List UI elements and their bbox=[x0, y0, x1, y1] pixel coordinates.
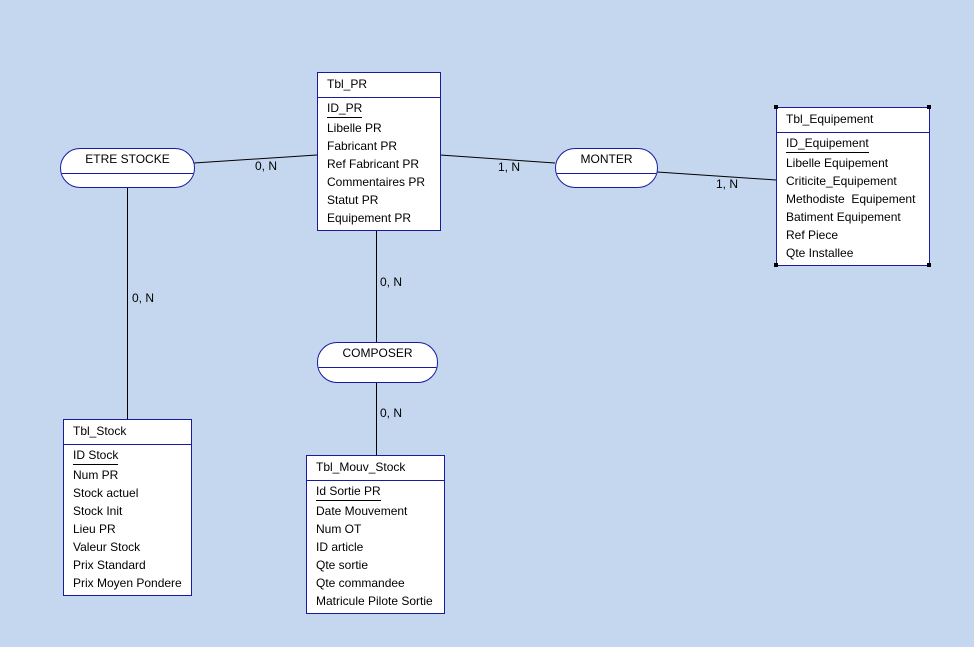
attribute: Matricule Pilote Sortie bbox=[316, 594, 433, 608]
relationship-name: MONTER bbox=[556, 149, 657, 174]
entity-title: Tbl_Equipement bbox=[777, 108, 929, 133]
attribute: Statut PR bbox=[327, 193, 379, 207]
attribute: Lieu PR bbox=[73, 522, 116, 536]
attribute: Stock actuel bbox=[73, 486, 139, 500]
selection-handle[interactable] bbox=[927, 105, 931, 109]
entity-title: Tbl_Mouv_Stock bbox=[307, 456, 444, 481]
cardinality-label: 1, N bbox=[498, 160, 521, 174]
attribute-list: ID Stock Num PR Stock actuel Stock Init … bbox=[64, 445, 191, 592]
cardinality-label: 0, N bbox=[132, 291, 155, 305]
attribute-list: ID_Equipement Libelle Equipement Critici… bbox=[777, 133, 929, 262]
entity-title: Tbl_Stock bbox=[64, 420, 191, 445]
entity-tbl-stock[interactable]: Tbl_Stock ID Stock Num PR Stock actuel S… bbox=[63, 419, 192, 596]
cardinality-label: 0, N bbox=[380, 406, 403, 420]
attribute: Batiment Equipement bbox=[786, 210, 901, 224]
attribute: ID article bbox=[316, 540, 364, 554]
attribute: Commentaires PR bbox=[327, 175, 426, 189]
entity-tbl-pr[interactable]: Tbl_PR ID_PR Libelle PR Fabricant PR Ref… bbox=[317, 72, 441, 231]
primary-key-attribute: ID Stock bbox=[73, 447, 119, 465]
attribute: Ref Fabricant PR bbox=[327, 157, 420, 171]
entity-tbl-equipement[interactable]: Tbl_Equipement ID_Equipement Libelle Equ… bbox=[776, 107, 930, 266]
entity-title: Tbl_PR bbox=[318, 73, 440, 98]
attribute: Libelle PR bbox=[327, 121, 382, 135]
attribute: Methodiste Equipement bbox=[786, 192, 916, 206]
attribute: Stock Init bbox=[73, 504, 123, 518]
attribute: Valeur Stock bbox=[73, 540, 141, 554]
relationship-monter[interactable]: MONTER bbox=[555, 148, 658, 188]
relationship-etre-stocke[interactable]: ETRE STOCKE bbox=[60, 148, 195, 188]
relationship-composer[interactable]: COMPOSER bbox=[317, 342, 438, 383]
attribute: Date Mouvement bbox=[316, 504, 408, 518]
selection-handle[interactable] bbox=[927, 263, 931, 267]
attribute: Qte Installee bbox=[786, 246, 854, 260]
attribute: Equipement PR bbox=[327, 211, 412, 225]
primary-key-attribute: ID_Equipement bbox=[786, 135, 869, 153]
attribute: Num PR bbox=[73, 468, 119, 482]
attribute: Prix Moyen Pondere bbox=[73, 576, 182, 590]
attribute: Qte commandee bbox=[316, 576, 405, 590]
entity-tbl-mouv-stock[interactable]: Tbl_Mouv_Stock Id Sortie PR Date Mouveme… bbox=[306, 455, 445, 614]
attribute: Ref Piece bbox=[786, 228, 839, 242]
relationship-name: COMPOSER bbox=[318, 343, 437, 368]
attribute-list: ID_PR Libelle PR Fabricant PR Ref Fabric… bbox=[318, 98, 440, 227]
attribute: Libelle Equipement bbox=[786, 156, 889, 170]
cardinality-label: 0, N bbox=[255, 159, 278, 173]
relationship-name: ETRE STOCKE bbox=[61, 149, 194, 174]
attribute: Fabricant PR bbox=[327, 139, 398, 153]
attribute: Num OT bbox=[316, 522, 362, 536]
attribute: Qte sortie bbox=[316, 558, 369, 572]
selection-handle[interactable] bbox=[774, 105, 778, 109]
selection-handle[interactable] bbox=[774, 263, 778, 267]
attribute-list: Id Sortie PR Date Mouvement Num OT ID ar… bbox=[307, 481, 444, 610]
primary-key-attribute: Id Sortie PR bbox=[316, 483, 381, 501]
attribute: Prix Standard bbox=[73, 558, 146, 572]
cardinality-label: 1, N bbox=[716, 177, 739, 191]
attribute: Criticite_Equipement bbox=[786, 174, 897, 188]
cardinality-label: 0, N bbox=[380, 275, 403, 289]
primary-key-attribute: ID_PR bbox=[327, 100, 363, 118]
